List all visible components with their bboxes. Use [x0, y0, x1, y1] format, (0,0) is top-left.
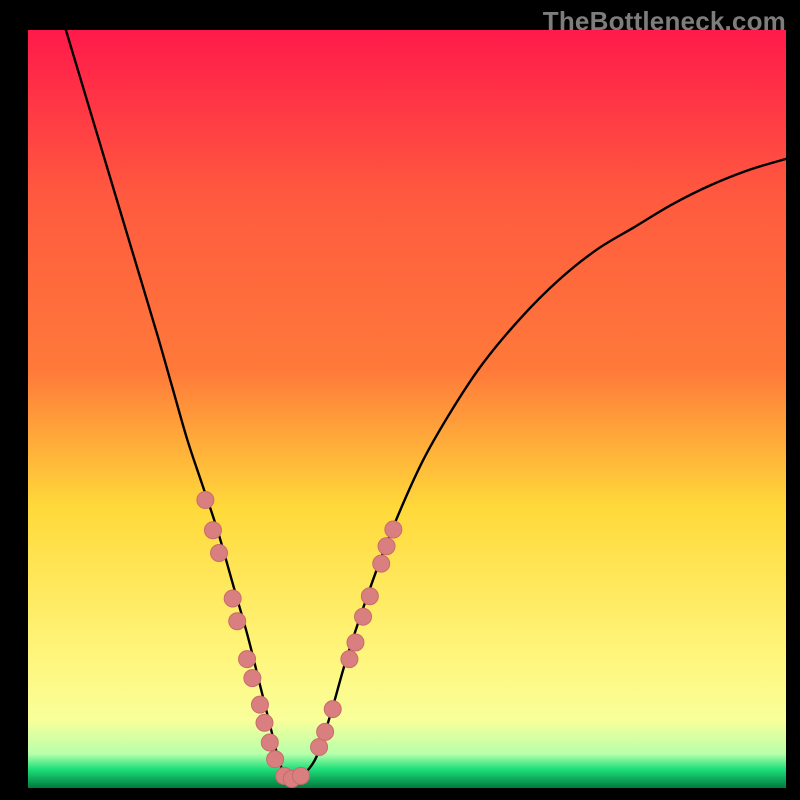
- curve-marker: [347, 634, 364, 651]
- curve-marker: [261, 734, 278, 751]
- curve-marker: [256, 714, 273, 731]
- curve-marker: [251, 696, 268, 713]
- curve-marker: [361, 588, 378, 605]
- chart-frame: TheBottleneck.com: [0, 0, 800, 800]
- plot-area: [28, 30, 786, 788]
- curve-marker: [229, 613, 246, 630]
- curve-marker: [311, 739, 328, 756]
- curve-marker: [239, 651, 256, 668]
- curve-marker: [317, 723, 334, 740]
- curve-marker: [224, 590, 241, 607]
- curve-marker: [385, 521, 402, 538]
- curve-marker: [292, 767, 309, 784]
- curve-marker: [373, 555, 390, 572]
- curve-marker: [267, 751, 284, 768]
- curve-marker: [244, 670, 261, 687]
- curve-marker: [378, 538, 395, 555]
- curve-marker: [324, 701, 341, 718]
- curve-marker: [204, 522, 221, 539]
- curve-marker: [355, 608, 372, 625]
- chart-svg: [28, 30, 786, 788]
- curve-marker: [341, 651, 358, 668]
- curve-marker: [211, 545, 228, 562]
- curve-marker: [197, 491, 214, 508]
- gradient-background: [28, 30, 786, 788]
